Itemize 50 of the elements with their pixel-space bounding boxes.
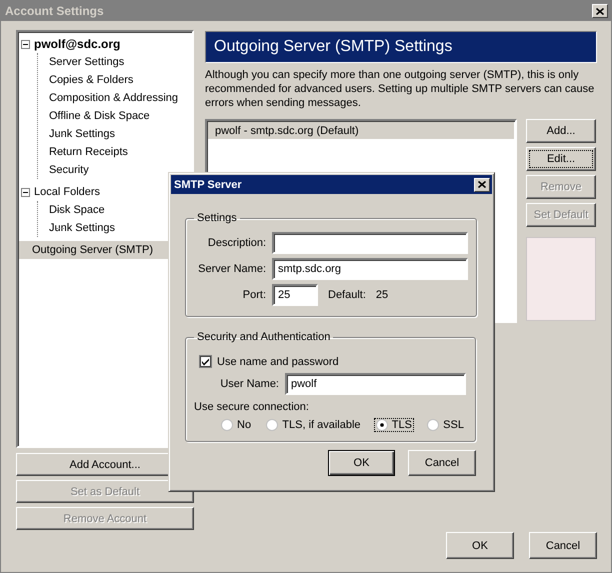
server-button[interactable]: Add... [526, 119, 596, 143]
checkbox-icon[interactable] [199, 355, 212, 368]
radio-option[interactable]: No [220, 419, 252, 431]
radio-option[interactable]: TLS, if available [265, 419, 362, 431]
default-label: Default: [328, 289, 366, 301]
panel-description: Although you can specify more than one outgoing server (SMTP), this is only recommended for advanced users. Setting up multiple SMTP servers can cause errors when sending messages. [205, 68, 596, 110]
field-label: Description: [206, 237, 266, 249]
user-name-field[interactable]: pwolf [285, 373, 466, 395]
server-button[interactable]: Edit... [526, 147, 596, 171]
tree-item[interactable]: Copies & Folders [38, 71, 192, 89]
tree-item[interactable]: Server Settings [38, 53, 192, 71]
collapse-icon[interactable] [21, 188, 30, 196]
tree-item[interactable]: Composition & Addressing [38, 89, 192, 107]
radio-icon[interactable] [427, 419, 440, 431]
close-icon [478, 181, 486, 188]
radio-option[interactable]: TLS [374, 419, 413, 431]
server-name-field[interactable]: smtp.sdc.org [272, 258, 468, 280]
panel-heading: Outgoing Server (SMTP) Settings [205, 31, 597, 63]
group-title: Settings [196, 212, 238, 224]
dialog-button[interactable]: OK [328, 450, 395, 476]
field-label: Port: [242, 289, 266, 301]
tree-item[interactable]: Junk Settings [38, 219, 192, 237]
dialog-button[interactable]: OK [446, 532, 514, 559]
field-label: Server Name: [197, 263, 266, 275]
default-port: 25 [376, 289, 388, 301]
close-button[interactable] [592, 4, 608, 18]
server-item[interactable]: pwolf - smtp.sdc.org (Default) [208, 122, 514, 139]
field-label: User Name: [219, 378, 279, 390]
radio-option[interactable]: SSL [426, 419, 465, 431]
tree-item[interactable]: pwolf@sdc.org [19, 35, 192, 53]
port-field[interactable]: 25 [272, 284, 318, 306]
radio-icon[interactable] [266, 419, 278, 431]
description-field[interactable] [272, 232, 468, 254]
close-button[interactable] [474, 178, 490, 192]
secure-connection-label: Use secure connection: [194, 401, 309, 413]
group-title: Security and Authentication [196, 331, 332, 343]
tree-item[interactable]: Security [38, 161, 192, 179]
tree-item[interactable]: Return Receipts [38, 143, 192, 161]
radio-icon[interactable] [221, 419, 233, 431]
window-title: Account Settings [5, 4, 104, 18]
collapse-icon[interactable] [21, 40, 30, 48]
radio-icon[interactable] [376, 419, 388, 431]
dialog-button[interactable]: Cancel [408, 450, 476, 476]
tree-item[interactable]: Junk Settings [38, 125, 192, 143]
close-icon [596, 8, 604, 14]
tree-item[interactable]: Disk Space [38, 201, 192, 219]
dialog-button[interactable]: Cancel [529, 532, 597, 559]
auth-checkbox[interactable]: Use name and password [199, 355, 467, 368]
dialog-title: SMTP Server [174, 178, 242, 190]
tree-item[interactable]: Offline & Disk Space [38, 107, 192, 125]
